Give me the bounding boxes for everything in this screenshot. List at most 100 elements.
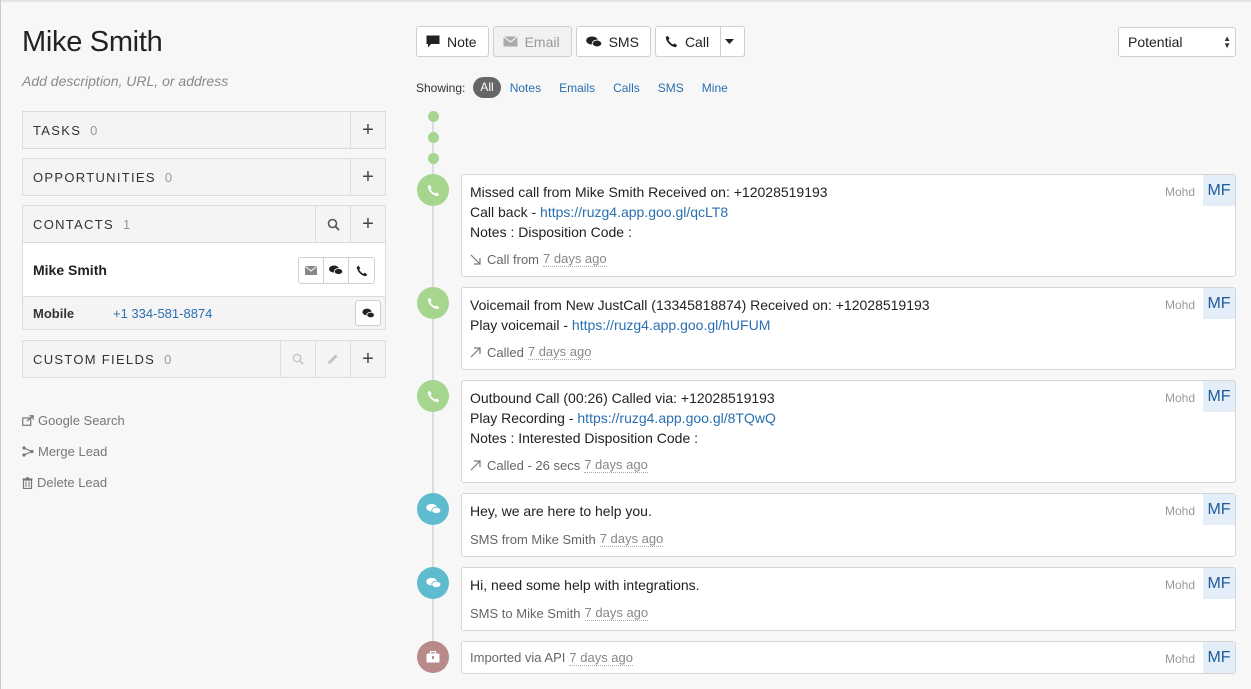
call-button-label: Call [684, 33, 710, 50]
activity-card[interactable]: Outbound Call (00:26) Called via: +12028… [461, 380, 1236, 483]
call-button[interactable]: Call [654, 26, 722, 57]
contact-sms-button[interactable] [324, 258, 349, 283]
sms-button[interactable]: SMS [575, 26, 651, 57]
chat-bubbles-icon [361, 308, 375, 318]
activity-owner: Mohd [1164, 578, 1195, 592]
filter-mine[interactable]: Mine [702, 81, 728, 95]
trash-icon [22, 476, 33, 489]
arrow-up-right-icon [470, 346, 481, 357]
note-button[interactable]: Note [416, 26, 489, 57]
import-icon [426, 651, 440, 663]
filter-emails[interactable]: Emails [559, 81, 595, 95]
activity-notes: Notes : Interested Disposition Code : [470, 430, 699, 446]
activity-filters: Showing: All Notes Emails Calls SMS Mine [416, 77, 746, 98]
lead-description-field[interactable]: Add description, URL, or address [22, 72, 386, 90]
comment-icon [426, 35, 440, 48]
edit-custom-fields-button[interactable] [315, 341, 350, 377]
activity-link-prefix: Call back - [470, 204, 541, 220]
top-border [1, 0, 1251, 2]
timeline-dot [428, 153, 439, 164]
lead-status-select[interactable]: Potential ▲ ▼ [1118, 27, 1236, 57]
call-activity-icon [417, 287, 449, 319]
activity-title: Missed call from Mike Smith Received on:… [470, 184, 828, 200]
filter-sms[interactable]: SMS [658, 81, 684, 95]
activity-timestamp: 7 days ago [584, 457, 648, 473]
contacts-panel: CONTACTS 1 + Mike Smith Mobile +1 334-58… [22, 205, 386, 330]
user-avatar: MF [1203, 568, 1235, 599]
activity-card[interactable]: Hi, need some help with integrations. SM… [461, 567, 1236, 631]
search-contacts-button[interactable] [315, 206, 350, 242]
activity-notes: Notes : Disposition Code : [470, 224, 632, 240]
activity-card[interactable]: Missed call from Mike Smith Received on:… [461, 174, 1236, 277]
google-search-link[interactable]: Google Search [22, 405, 125, 436]
contact-name[interactable]: Mike Smith [23, 262, 107, 278]
contact-call-button[interactable] [349, 258, 374, 283]
activity-meta: SMS from Mike Smith [470, 531, 596, 547]
callback-link[interactable]: https://ruzg4.app.goo.gl/qcLT8 [540, 204, 728, 220]
search-icon [327, 218, 340, 231]
phone-icon [427, 390, 439, 402]
recording-link[interactable]: https://ruzg4.app.goo.gl/8TQwQ [577, 410, 775, 426]
call-activity-icon [417, 174, 449, 206]
activity-link-prefix: Play voicemail - [470, 317, 572, 333]
filter-all[interactable]: All [473, 77, 501, 98]
phone-icon [356, 265, 367, 276]
activity-meta: Imported via API [470, 650, 566, 665]
filter-notes[interactable]: Notes [510, 81, 541, 95]
activity-meta: SMS to Mike Smith [470, 605, 581, 621]
phone-sms-button[interactable] [355, 300, 381, 326]
sms-activity-icon [417, 493, 449, 525]
user-avatar: MF [1203, 288, 1235, 319]
activity-owner: Mohd [1164, 504, 1195, 518]
search-icon [292, 353, 304, 365]
activity-timestamp: 7 days ago [584, 605, 649, 621]
lead-name[interactable]: Mike Smith [22, 24, 386, 60]
tasks-count: 0 [90, 122, 98, 138]
custom-fields-title: CUSTOM FIELDS [33, 351, 156, 367]
contact-actions [298, 257, 375, 284]
delete-lead-label: Delete Lead [37, 475, 108, 490]
search-custom-fields-button[interactable] [280, 341, 315, 377]
user-avatar: MF [1203, 494, 1235, 525]
chat-bubbles-icon [585, 36, 602, 47]
phone-number-link[interactable]: +1 334-581-8874 [113, 306, 212, 321]
delete-lead-link[interactable]: Delete Lead [22, 467, 125, 498]
share-icon [22, 415, 34, 426]
add-contact-button[interactable]: + [350, 206, 385, 242]
chat-bubbles-icon [329, 265, 343, 275]
activity-owner: Mohd [1164, 298, 1195, 312]
activity-timestamp: 7 days ago [569, 649, 633, 666]
filter-calls[interactable]: Calls [613, 81, 640, 95]
activity-meta: Called - 26 secs [487, 457, 581, 473]
activity-owner: Mohd [1164, 185, 1195, 199]
contact-email-button[interactable] [299, 258, 324, 283]
activity-meta: Call from [487, 251, 540, 267]
activity-card[interactable]: Hey, we are here to help you. SMS from M… [461, 493, 1236, 557]
caret-down-icon [724, 39, 734, 44]
envelope-icon [305, 266, 317, 275]
activity-title: Outbound Call (00:26) Called via: +12028… [470, 390, 775, 406]
email-button[interactable]: Email [492, 26, 572, 57]
lead-actions: Google Search Merge Lead Delete Lead [22, 405, 125, 498]
merge-lead-link[interactable]: Merge Lead [22, 436, 125, 467]
timeline-dot [428, 111, 439, 122]
contacts-title: CONTACTS [33, 216, 114, 232]
custom-fields-panel: CUSTOM FIELDS 0 + [22, 340, 386, 378]
chat-bubbles-icon [425, 503, 441, 515]
add-opportunity-button[interactable]: + [350, 159, 385, 195]
merge-icon [22, 446, 34, 457]
add-custom-field-button[interactable]: + [350, 341, 385, 377]
activity-card[interactable]: Voicemail from New JustCall (13345818874… [461, 287, 1236, 370]
plus-icon: + [362, 213, 374, 235]
call-options-dropdown[interactable] [721, 26, 746, 57]
activity-timestamp: 7 days ago [543, 251, 607, 267]
add-task-button[interactable]: + [350, 112, 385, 148]
activity-timestamp: 7 days ago [527, 344, 592, 360]
voicemail-link[interactable]: https://ruzg4.app.goo.gl/hUFUM [572, 317, 770, 333]
activity-card[interactable]: Imported via API 7 days ago Mohd MF [461, 641, 1236, 674]
activity-owner: Mohd [1164, 391, 1195, 405]
arrow-up-right-icon [470, 459, 481, 470]
plus-icon: + [362, 348, 374, 370]
lead-status-value: Potential [1128, 34, 1183, 50]
chat-bubbles-icon [425, 577, 441, 589]
